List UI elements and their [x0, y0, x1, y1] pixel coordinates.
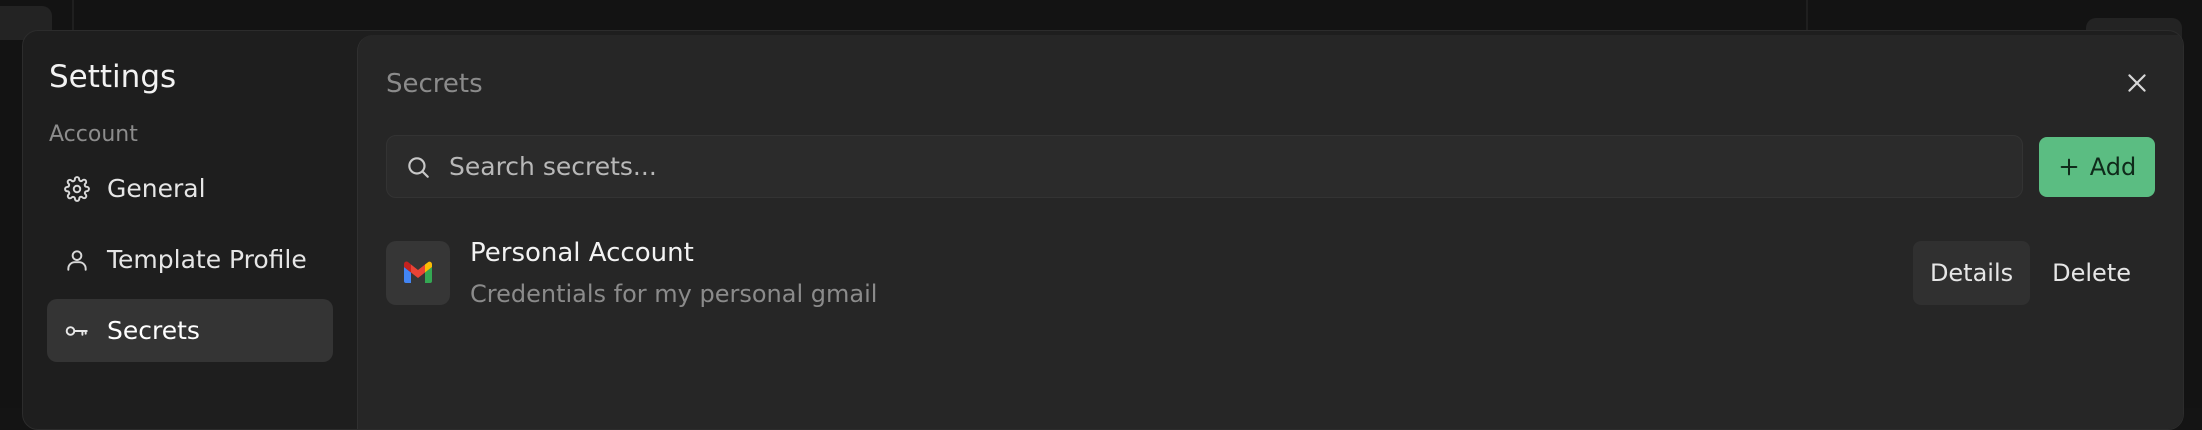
- sidebar-item-label: General: [107, 174, 206, 203]
- sidebar-nav: General Template Profile: [47, 157, 333, 362]
- list-item: Personal Account Credentials for my pers…: [386, 238, 2155, 308]
- gmail-icon: [386, 241, 450, 305]
- settings-modal: Settings Account General: [22, 30, 2184, 430]
- secret-info: Personal Account Credentials for my pers…: [470, 238, 1913, 308]
- sidebar-item-label: Secrets: [107, 316, 200, 345]
- plus-icon: [2058, 156, 2080, 178]
- backdrop-divider: [72, 0, 74, 30]
- close-icon: [2124, 70, 2150, 96]
- user-icon: [63, 246, 91, 274]
- sidebar-item-general[interactable]: General: [47, 157, 333, 220]
- secret-name: Personal Account: [470, 238, 1913, 268]
- search-icon: [405, 154, 431, 180]
- gear-icon: [63, 175, 91, 203]
- search-box[interactable]: [386, 135, 2023, 198]
- search-input[interactable]: [449, 152, 2004, 181]
- backdrop-divider: [1806, 0, 1808, 30]
- delete-button[interactable]: Delete: [2040, 241, 2143, 305]
- add-button-label: Add: [2090, 153, 2136, 181]
- sidebar-section-account: Account: [49, 122, 333, 147]
- secrets-panel: Secrets Add: [357, 35, 2183, 429]
- search-row: Add: [386, 135, 2155, 198]
- sidebar-item-label: Template Profile: [107, 245, 307, 274]
- details-button[interactable]: Details: [1913, 241, 2030, 305]
- sidebar-title: Settings: [49, 59, 333, 96]
- settings-sidebar: Settings Account General: [23, 31, 357, 429]
- secret-description: Credentials for my personal gmail: [470, 280, 1913, 308]
- close-button[interactable]: [2117, 63, 2157, 103]
- secret-actions: Details Delete: [1913, 241, 2143, 305]
- key-icon: [63, 317, 91, 345]
- sidebar-item-secrets[interactable]: Secrets: [47, 299, 333, 362]
- sidebar-item-template-profile[interactable]: Template Profile: [47, 228, 333, 291]
- page-title: Secrets: [386, 69, 2155, 99]
- add-secret-button[interactable]: Add: [2039, 137, 2155, 197]
